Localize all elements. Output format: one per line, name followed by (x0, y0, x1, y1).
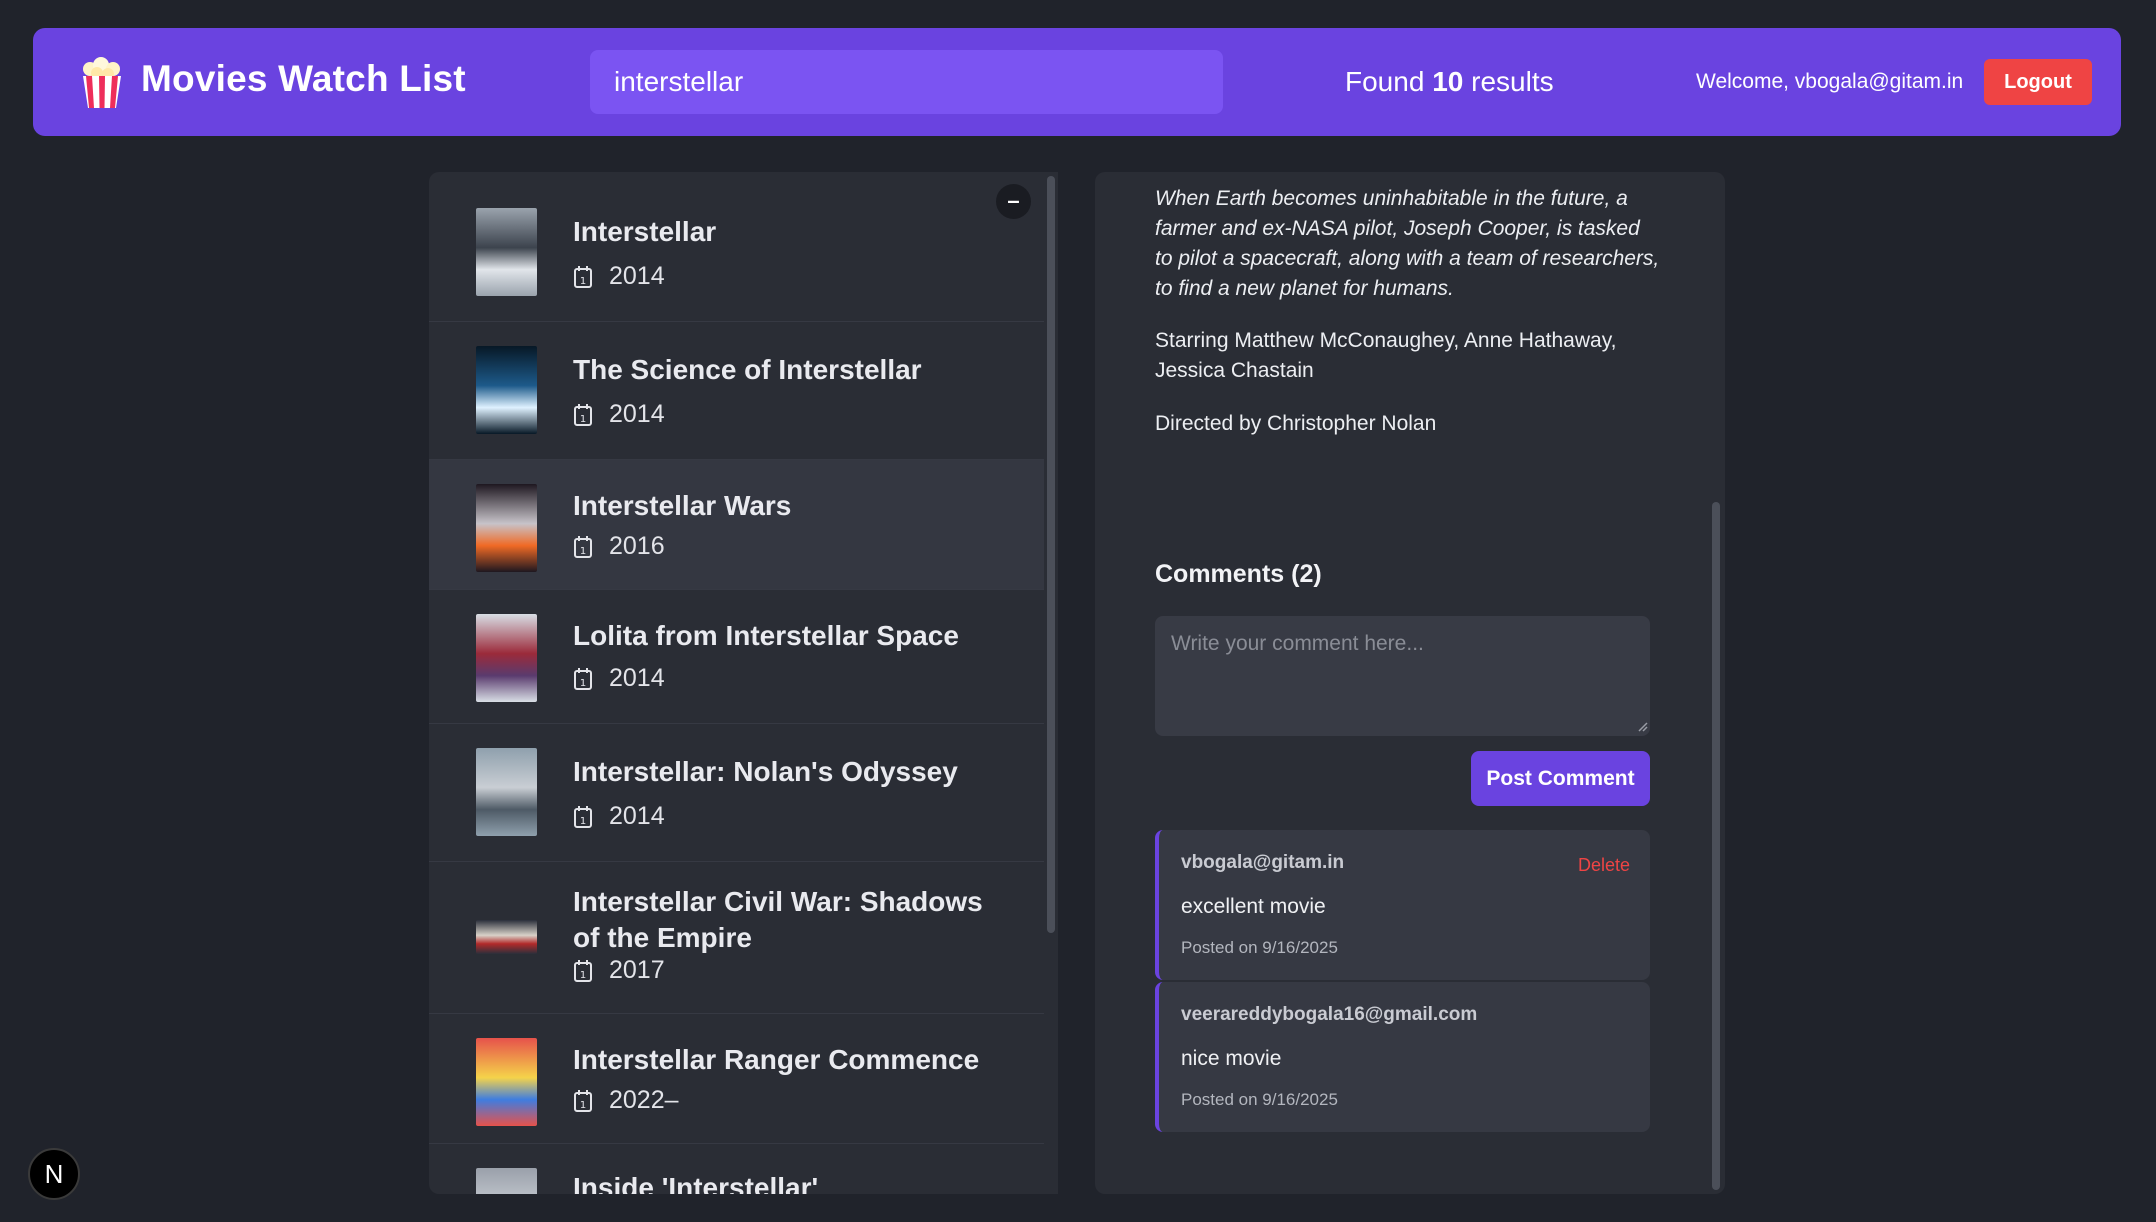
movie-list-item[interactable]: Lolita from Interstellar Space 1 2014 (429, 590, 1044, 724)
movie-year: 1 2014 (573, 400, 665, 429)
detail-scrollbar[interactable] (1712, 502, 1720, 1190)
movie-list-item[interactable]: Interstellar: Nolan's Odyssey 1 2014 (429, 724, 1044, 862)
comment-text: nice movie (1181, 1047, 1282, 1070)
delete-comment-button[interactable]: Delete (1578, 855, 1630, 876)
movie-year: 1 2014 (573, 802, 665, 831)
search-input[interactable] (590, 50, 1223, 114)
calendar-icon: 1 (574, 535, 592, 558)
movie-plot: When Earth becomes uninhabitable in the … (1155, 187, 1660, 300)
svg-text:1: 1 (580, 816, 586, 827)
movie-year: 1 2014 (573, 664, 665, 693)
movie-year-text: 2016 (609, 532, 665, 560)
movie-title: Interstellar Civil War: Shadows of the E… (573, 886, 983, 953)
logout-button[interactable]: Logout (1984, 59, 2092, 105)
movie-title: The Science of Interstellar (573, 354, 922, 385)
movie-title: Interstellar Wars (573, 490, 792, 521)
movie-poster (476, 346, 537, 434)
calendar-icon: 1 (574, 265, 592, 288)
results-prefix: Found (1345, 66, 1425, 97)
movie-cast: Starring Matthew McConaughey, Anne Hatha… (1155, 329, 1617, 382)
movie-director: Directed by Christopher Nolan (1155, 412, 1437, 435)
calendar-icon: 1 (574, 667, 592, 690)
movie-title: Interstellar (573, 216, 717, 247)
movie-list-item[interactable]: Inside 'Interstellar' (429, 1144, 1044, 1194)
movie-title: Interstellar Ranger Commence (573, 1044, 980, 1075)
svg-text:1: 1 (580, 414, 586, 425)
comment-input[interactable] (1155, 616, 1650, 736)
svg-text:1: 1 (580, 276, 586, 287)
movie-list-item[interactable]: Interstellar Wars 1 2016 (429, 460, 1044, 590)
movie-year-text: 2014 (609, 262, 665, 290)
app-title: Movies Watch List (141, 58, 466, 99)
svg-text:1: 1 (580, 1100, 586, 1111)
movie-title: Lolita from Interstellar Space (573, 620, 959, 651)
comments-heading: Comments (2) (1155, 560, 1322, 588)
post-comment-button[interactable]: Post Comment (1471, 751, 1650, 806)
movie-year-text: 2022– (609, 1086, 679, 1114)
svg-text:1: 1 (580, 546, 586, 557)
collapse-list-button[interactable]: – (996, 184, 1031, 219)
movie-poster (476, 1038, 537, 1126)
movie-list-item[interactable]: Interstellar 1 2014 (429, 172, 1044, 322)
results-number: 10 (1432, 66, 1464, 97)
svg-text:1: 1 (580, 970, 586, 981)
welcome-text: Welcome, vbogala@gitam.in (1696, 70, 1964, 93)
movie-title: Interstellar: Nolan's Odyssey (573, 756, 958, 787)
comment-card: vbogala@gitam.in Delete excellent movie … (1155, 830, 1650, 980)
resize-handle-icon[interactable] (1636, 720, 1648, 732)
movie-list-item[interactable]: Interstellar Civil War: Shadows of the E… (429, 862, 1044, 1014)
comment-card: veerareddybogala16@gmail.com nice movie … (1155, 982, 1650, 1132)
movie-poster (476, 208, 537, 296)
comment-text: excellent movie (1181, 895, 1326, 918)
list-scrollbar[interactable] (1047, 176, 1055, 933)
comment-author: veerareddybogala16@gmail.com (1181, 1004, 1478, 1025)
movie-poster (476, 1168, 537, 1194)
movie-poster (476, 920, 537, 954)
movie-list-item[interactable]: The Science of Interstellar 1 2014 (429, 322, 1044, 460)
movie-list-item[interactable]: Interstellar Ranger Commence 1 2022– (429, 1014, 1044, 1144)
comment-date: Posted on 9/16/2025 (1181, 1090, 1338, 1109)
movie-poster (476, 614, 537, 702)
movie-year: 1 2016 (573, 532, 665, 561)
movie-year-text: 2014 (609, 664, 665, 692)
movie-poster (476, 484, 537, 572)
comment-date: Posted on 9/16/2025 (1181, 938, 1338, 957)
svg-text:1: 1 (580, 678, 586, 689)
movie-year-text: 2014 (609, 400, 665, 428)
movie-year: 1 2017 (573, 956, 665, 985)
calendar-icon: 1 (574, 1089, 592, 1112)
calendar-icon: 1 (574, 403, 592, 426)
comment-author: vbogala@gitam.in (1181, 852, 1345, 873)
popcorn-icon (83, 57, 121, 108)
movie-poster (476, 748, 537, 836)
calendar-icon: 1 (574, 805, 592, 828)
movie-title: Inside 'Interstellar' (573, 1172, 819, 1194)
nextjs-dev-badge[interactable]: N (28, 1148, 80, 1200)
app-header: Movies Watch List Found 10 results Welco… (33, 28, 2121, 136)
results-count: Found 10 results (1345, 66, 1554, 98)
movie-year: 1 2014 (573, 262, 665, 291)
movie-year-text: 2017 (609, 956, 665, 984)
calendar-icon: 1 (574, 959, 592, 982)
movie-year-text: 2014 (609, 802, 665, 830)
movie-year: 1 2022– (573, 1086, 679, 1115)
results-suffix: results (1471, 66, 1554, 97)
